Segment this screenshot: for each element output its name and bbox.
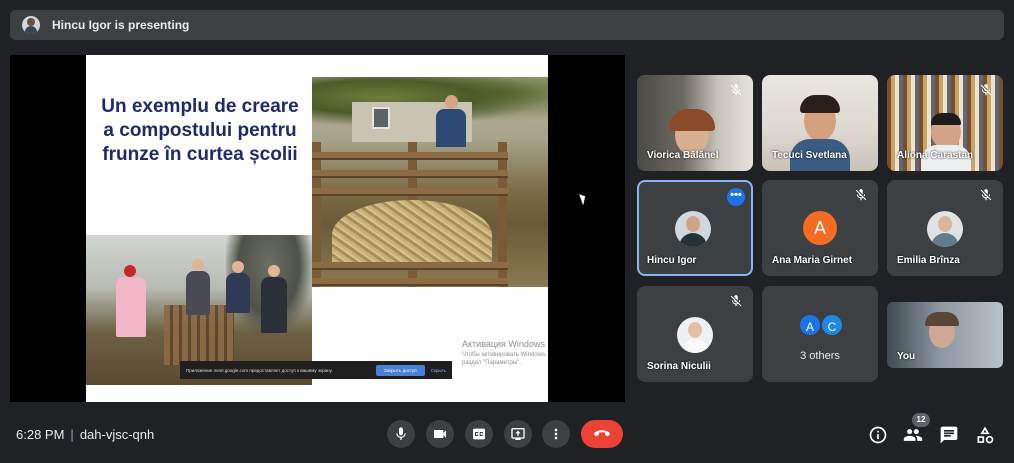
participant-tile-hincu[interactable]: ••• Hincu Igor bbox=[637, 180, 753, 276]
slide-title: Un exemplu de creare a compostului pentr… bbox=[101, 96, 299, 165]
self-view-tile[interactable]: You bbox=[887, 302, 1003, 368]
presenter-avatar bbox=[22, 16, 40, 34]
present-icon bbox=[511, 428, 525, 440]
camera-button[interactable] bbox=[426, 420, 454, 448]
screen-share-notification: Приложение meet.google.com предоставляет… bbox=[180, 361, 452, 379]
mic-button[interactable] bbox=[387, 420, 415, 448]
presenting-text: Hincu Igor is presenting bbox=[52, 18, 190, 32]
mic-off-icon bbox=[730, 295, 742, 307]
participant-name: Emilia Brînza bbox=[897, 255, 960, 266]
camera-icon bbox=[434, 430, 446, 438]
participant-avatar bbox=[677, 317, 713, 353]
mic-off-icon bbox=[730, 84, 742, 96]
participant-tile-sorina[interactable]: Sorina Niculii bbox=[637, 286, 753, 382]
others-avatars: A C bbox=[798, 313, 846, 337]
participant-tile-tecuci[interactable]: Tecuci Svetlana bbox=[762, 75, 878, 171]
participant-name: Tecuci Svetlana bbox=[772, 150, 847, 161]
notification-text: Приложение meet.google.com предоставляет… bbox=[186, 367, 333, 373]
captions-button[interactable] bbox=[465, 420, 493, 448]
separator: | bbox=[70, 427, 74, 442]
participant-name: Hincu Igor bbox=[647, 255, 697, 266]
presenting-banner: Hincu Igor is presenting bbox=[10, 10, 1004, 40]
participant-tile-viorica[interactable]: Viorica Bălănel bbox=[637, 75, 753, 171]
info-icon[interactable] bbox=[868, 425, 888, 445]
participant-avatar bbox=[675, 211, 711, 247]
current-time: 6:28 PM bbox=[16, 427, 65, 442]
more-options-button[interactable]: ••• bbox=[727, 188, 745, 206]
chat-icon[interactable] bbox=[939, 425, 959, 445]
people-icon[interactable] bbox=[903, 425, 923, 445]
present-button[interactable] bbox=[504, 420, 532, 448]
activities-icon[interactable] bbox=[975, 425, 995, 445]
mic-off-icon bbox=[980, 189, 992, 201]
participant-tile-emilia[interactable]: Emilia Brînza bbox=[887, 180, 1003, 276]
compost-bin-photo bbox=[312, 77, 548, 287]
more-options-button[interactable] bbox=[542, 420, 570, 448]
participant-tile-aliona[interactable]: Aliona Carastan bbox=[887, 75, 1003, 171]
more-vert-icon bbox=[554, 428, 558, 440]
presentation-slide: Un exemplu de creare a compostului pentr… bbox=[86, 55, 548, 402]
participant-avatar: A bbox=[803, 211, 837, 245]
participant-name: Viorica Bălănel bbox=[647, 150, 719, 161]
mic-off-icon bbox=[980, 84, 992, 96]
leave-call-button[interactable] bbox=[581, 420, 623, 448]
mic-off-icon bbox=[855, 189, 867, 201]
participant-name: Aliona Carastan bbox=[897, 150, 974, 161]
participant-avatar: A bbox=[798, 313, 822, 337]
captions-icon bbox=[473, 428, 485, 440]
participant-avatar: C bbox=[820, 313, 844, 337]
participant-tile-ana[interactable]: A Ana Maria Girnet bbox=[762, 180, 878, 276]
mic-icon bbox=[396, 427, 406, 440]
participant-name: Ana Maria Girnet bbox=[772, 255, 853, 266]
windows-activation-watermark: Активация Windows Чтобы активировать Win… bbox=[462, 339, 548, 366]
participant-name: Sorina Niculii bbox=[647, 361, 711, 372]
participant-tile-others[interactable]: A C 3 others bbox=[762, 286, 878, 382]
hide-notification-link[interactable]: Скрыть bbox=[431, 368, 446, 373]
meeting-info: 6:28 PM | dah-vjsc-qnh bbox=[16, 427, 154, 442]
participant-avatar bbox=[927, 211, 963, 247]
stop-sharing-button[interactable]: Закрыть доступ bbox=[375, 364, 425, 376]
mouse-cursor-icon bbox=[579, 192, 588, 206]
shared-screen[interactable]: Un exemplu de creare a compostului pentr… bbox=[10, 55, 625, 402]
others-count-label: 3 others bbox=[800, 350, 840, 362]
people-count-badge: 12 bbox=[912, 413, 930, 427]
meeting-code: dah-vjsc-qnh bbox=[79, 427, 155, 442]
participant-name: You bbox=[897, 351, 916, 362]
phone-hangup-icon bbox=[593, 430, 611, 437]
